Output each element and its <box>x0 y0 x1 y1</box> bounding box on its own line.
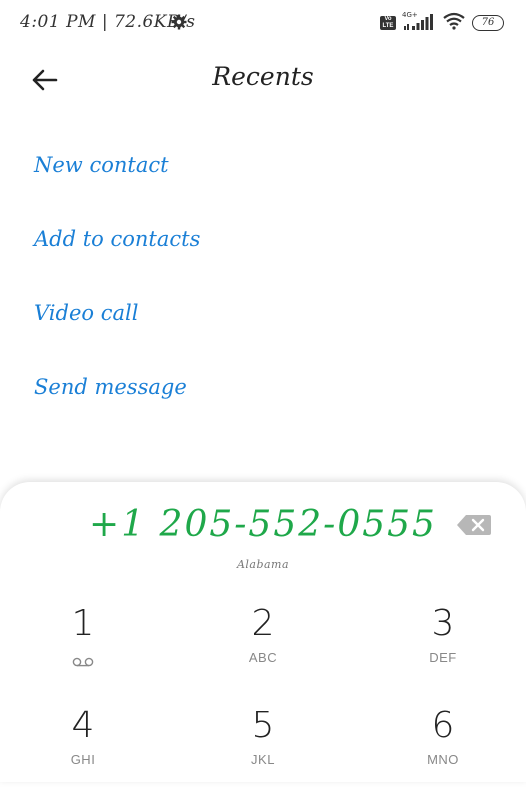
key-letters: GHI <box>70 752 96 767</box>
page-title: Recents <box>212 62 314 91</box>
volte-icon: Vo LTE <box>380 16 396 30</box>
key-letters: JKL <box>251 752 275 767</box>
key-6[interactable]: 6 MNO <box>383 704 503 794</box>
wifi-icon <box>442 12 466 35</box>
key-letters: ABC <box>248 650 278 665</box>
key-digit: 4 <box>71 705 95 746</box>
status-bar: 4:01 PM | 72.6KB/s Vo LTE 4G+ 76 <box>0 0 526 44</box>
video-call-action[interactable]: Video call <box>34 288 494 362</box>
signal-icon: 4G+ <box>402 11 436 33</box>
key-1[interactable]: 1 <box>23 602 143 692</box>
key-digit: 6 <box>431 705 455 746</box>
key-digit: 1 <box>71 603 95 644</box>
actions-list: New contact Add to contacts Video call S… <box>34 140 494 436</box>
send-message-action[interactable]: Send message <box>34 362 494 436</box>
number-location: Alabama <box>236 558 290 571</box>
dialer-panel: +1 205-552-0555 Alabama 1 2 ABC 3 DEF 4 … <box>0 482 526 782</box>
key-3[interactable]: 3 DEF <box>383 602 503 692</box>
key-digit: 3 <box>431 603 455 644</box>
key-letters: DEF <box>429 650 457 665</box>
backspace-icon <box>456 515 492 540</box>
status-time-speed: 4:01 PM | 72.6KB/s <box>20 12 196 32</box>
dialed-number[interactable]: +1 205-552-0555 <box>0 504 526 545</box>
voicemail-icon <box>72 654 94 667</box>
gear-icon <box>171 14 187 30</box>
key-digit: 2 <box>251 603 275 644</box>
status-icons: Vo LTE 4G+ 76 <box>380 11 504 35</box>
key-4[interactable]: 4 GHI <box>23 704 143 794</box>
new-contact-action[interactable]: New contact <box>34 140 494 214</box>
add-to-contacts-action[interactable]: Add to contacts <box>34 214 494 288</box>
backspace-button[interactable] <box>456 514 492 536</box>
key-5[interactable]: 5 JKL <box>203 704 323 794</box>
key-letters: MNO <box>427 752 459 767</box>
key-2[interactable]: 2 ABC <box>203 602 323 692</box>
battery-icon: 76 <box>472 15 504 31</box>
key-digit: 5 <box>251 705 275 746</box>
header: Recents <box>0 52 526 108</box>
